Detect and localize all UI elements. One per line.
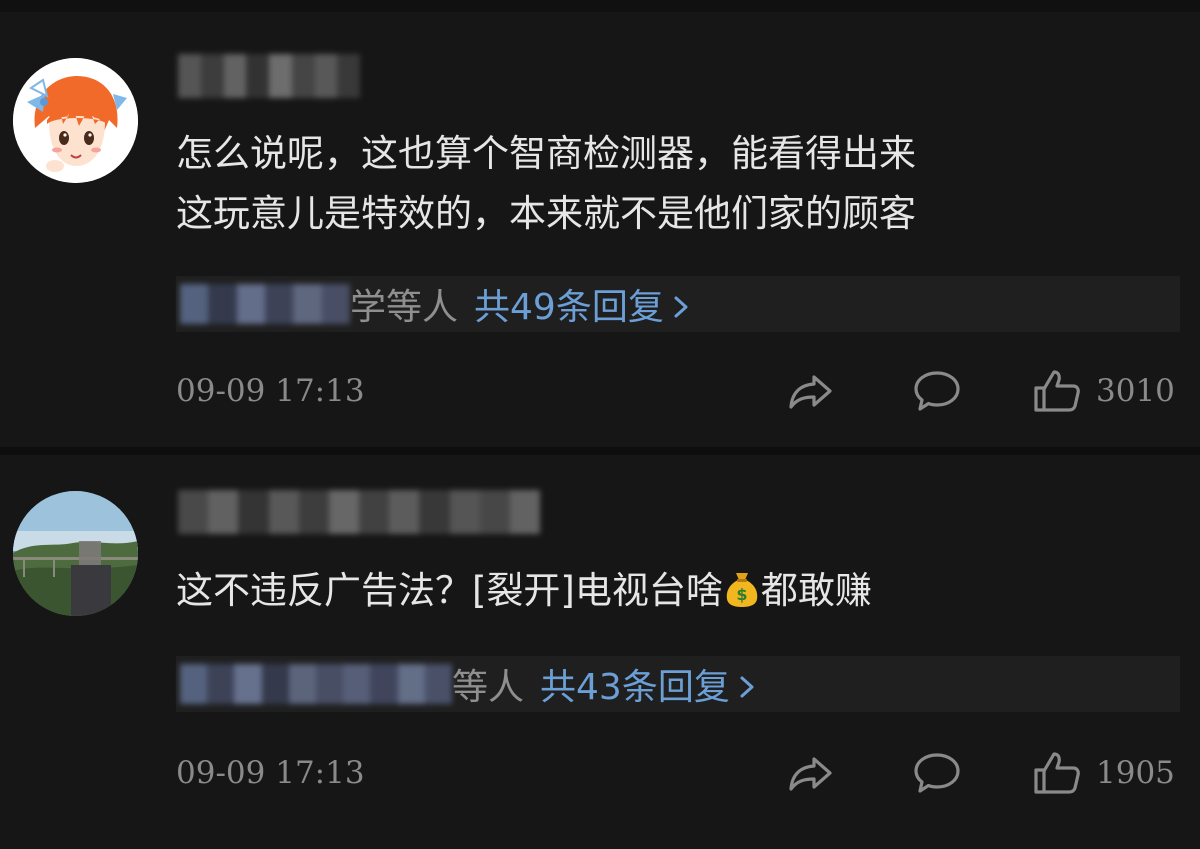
view-replies-label: 共49条回复 (474, 287, 664, 328)
comment-timestamp: 09-09 17:13 (176, 373, 365, 409)
username-blurred[interactable] (178, 54, 360, 98)
thumbs-up-icon (1034, 752, 1080, 794)
comment-feed: 怎么说呢，这也算个智商检测器，能看得出来 这玩意儿是特效的，本来就不是他们家的顾… (0, 0, 1200, 849)
speech-bubble-icon (914, 753, 960, 793)
comment-body-line: 这不违反广告法？[裂开]电视台啥 $ 都敢赚 (176, 561, 1160, 621)
share-button[interactable] (786, 366, 836, 416)
reply-usernames-blurred (180, 284, 350, 324)
top-divider (0, 0, 1200, 12)
svg-text:$: $ (736, 585, 747, 604)
comment-meta-row: 09-09 17:13 1905 (176, 748, 1180, 798)
comment-text-after-emoji: 都敢赚 (760, 569, 872, 612)
username-blurred[interactable] (178, 490, 541, 534)
reply-button[interactable] (912, 366, 962, 416)
avatar[interactable] (13, 491, 138, 616)
chevron-right-icon (674, 296, 688, 318)
like-count: 3010 (1096, 373, 1175, 409)
comment-body-line: 这玩意儿是特效的，本来就不是他们家的顾客 (176, 192, 916, 235)
landscape-avatar-image (13, 491, 138, 616)
view-replies-label: 共43条回复 (540, 667, 730, 708)
like-count: 1905 (1096, 755, 1175, 791)
comment-text-before-emoji: 这不违反广告法？[裂开]电视台啥 (176, 569, 723, 612)
replies-preview-bar[interactable]: 等人 共43条回复 (176, 656, 1180, 712)
share-arrow-icon (789, 375, 832, 409)
view-replies-link[interactable]: 共43条回复 (540, 658, 758, 710)
comment-body: 怎么说呢，这也算个智商检测器，能看得出来 这玩意儿是特效的，本来就不是他们家的顾… (176, 124, 1160, 244)
avatar[interactable] (13, 58, 138, 183)
thumbs-up-icon (1034, 370, 1080, 412)
chevron-right-icon (740, 676, 754, 698)
share-button[interactable] (786, 748, 836, 798)
reply-button[interactable] (912, 748, 962, 798)
comment-meta-row: 09-09 17:13 3010 (176, 366, 1180, 416)
comment-body-line: 怎么说呢，这也算个智商检测器，能看得出来 (176, 132, 916, 175)
share-arrow-icon (789, 757, 832, 791)
comment-body: 这不违反广告法？[裂开]电视台啥 $ 都敢赚 (176, 561, 1160, 621)
reply-participants-suffix: 学等人 (350, 287, 459, 328)
money-bag-emoji: $ (726, 573, 758, 607)
view-replies-link[interactable]: 共49条回复 (474, 278, 692, 330)
comment-item: 怎么说呢，这也算个智商检测器，能看得出来 这玩意儿是特效的，本来就不是他们家的顾… (0, 12, 1200, 447)
comment-divider (0, 447, 1200, 455)
comment-timestamp: 09-09 17:13 (176, 755, 365, 791)
like-button[interactable]: 3010 (1032, 366, 1175, 416)
comment-item: 这不违反广告法？[裂开]电视台啥 $ 都敢赚 等人 共43条回复 09-09 17:… (0, 455, 1200, 849)
speech-bubble-icon (914, 371, 960, 411)
like-button[interactable]: 1905 (1032, 748, 1175, 798)
anime-girl-avatar-image (13, 58, 138, 183)
reply-usernames-blurred (180, 664, 453, 704)
reply-participants-suffix: 等人 (452, 667, 525, 708)
replies-preview-bar[interactable]: 学等人 共49条回复 (176, 276, 1180, 332)
